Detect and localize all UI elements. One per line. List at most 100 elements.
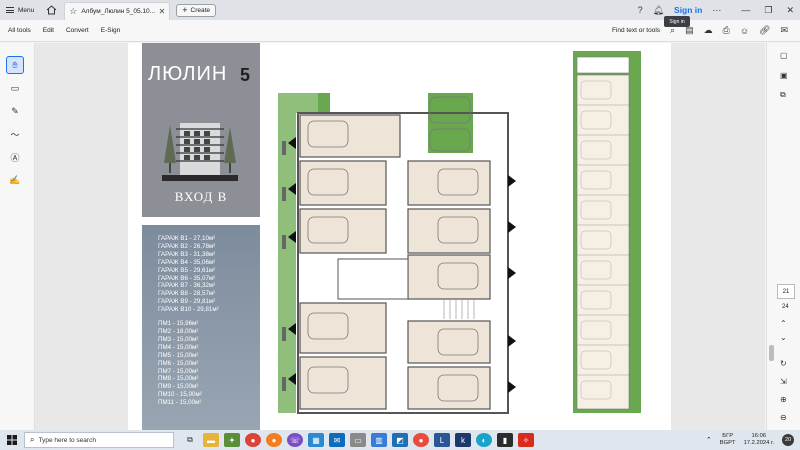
pdf-page: ЛЮЛИН 5 ВХОД В ГАРАЖ В1 - 27,10м² ГАРАЖ … bbox=[128, 43, 671, 430]
acrobat-icon[interactable]: ✧ bbox=[518, 433, 534, 447]
page-total: 24 bbox=[782, 304, 789, 310]
more-options-icon[interactable]: ⋯ bbox=[712, 5, 721, 16]
parking-spec: ПМ5 - 15,00м² bbox=[158, 351, 199, 359]
fill-sign-icon[interactable]: ✍ bbox=[6, 171, 24, 189]
parking-spec: ПМ9 - 15,00м² bbox=[158, 383, 199, 391]
search-icon: ⌕ bbox=[30, 435, 35, 444]
page-number-input[interactable]: 21 bbox=[777, 284, 795, 299]
app-icon[interactable]: ▭ bbox=[350, 433, 366, 447]
upload-cloud-icon[interactable]: ☁ bbox=[704, 25, 713, 36]
tray-chevron-icon[interactable]: ⌃ bbox=[706, 436, 712, 444]
create-label: Create bbox=[190, 6, 211, 14]
entrance-label: ВХОД В bbox=[174, 189, 228, 204]
language-indicator[interactable]: БГР BGPT bbox=[720, 433, 736, 447]
parking-lot-plan bbox=[573, 51, 641, 413]
pages-panel-icon[interactable]: ⧉ bbox=[780, 90, 786, 100]
edit-menu[interactable]: Edit bbox=[43, 27, 54, 34]
close-window-icon[interactable]: ✕ bbox=[786, 5, 794, 16]
parking-spec: ПМ11 - 15,00м² bbox=[158, 399, 202, 407]
zoom-out-icon[interactable]: ⊖ bbox=[780, 413, 787, 422]
parking-spec: ПМ8 - 15,00м² bbox=[158, 375, 199, 383]
viber-icon[interactable]: ☏ bbox=[287, 433, 303, 447]
photos-icon[interactable]: ◩ bbox=[392, 433, 408, 447]
draw-freehand-icon[interactable]: 〜 bbox=[6, 125, 24, 143]
calendar-icon[interactable]: ▥ bbox=[371, 433, 387, 447]
chrome-alt-icon[interactable]: ● bbox=[413, 433, 429, 447]
all-tools-menu[interactable]: All tools bbox=[8, 27, 31, 34]
text-box-icon[interactable]: Ⓐ bbox=[6, 148, 24, 166]
parking-spec: ПМ1 - 15,96м² bbox=[158, 320, 199, 328]
rotate-icon[interactable]: ↻ bbox=[780, 359, 787, 368]
garage-spec: ГАРАЖ В4 - 35,06м² bbox=[158, 258, 216, 266]
taskbar-search-placeholder: Type here to search bbox=[38, 436, 96, 444]
create-button[interactable]: + Create bbox=[176, 3, 217, 17]
notifications-bell-icon[interactable]: 🔔︎ bbox=[653, 5, 664, 16]
bookmark-panel-icon[interactable]: ▣ bbox=[780, 71, 788, 80]
hand-tool-icon[interactable]: ✋︎ bbox=[6, 56, 24, 74]
store-icon[interactable]: ▦ bbox=[308, 433, 324, 447]
page-up-icon[interactable]: ⌃ bbox=[780, 319, 787, 328]
scrollbar-thumb[interactable] bbox=[769, 345, 774, 361]
highlight-pen-icon[interactable]: ✎ bbox=[6, 102, 24, 120]
esign-menu[interactable]: E-Sign bbox=[101, 27, 121, 34]
k-app-icon[interactable]: k bbox=[455, 433, 471, 447]
help-icon[interactable]: ? bbox=[638, 5, 643, 15]
parking-spec: ПМ7 - 15,00м² bbox=[158, 367, 199, 375]
brand-name: ЛЮЛИН bbox=[148, 63, 228, 85]
garage-spec: ГАРАЖ В5 - 29,61м² bbox=[158, 266, 216, 274]
brand-panel: ЛЮЛИН 5 ВХОД В bbox=[142, 43, 260, 217]
plus-icon: + bbox=[182, 5, 188, 15]
print-icon[interactable]: ⎙ bbox=[723, 25, 730, 36]
l-app-icon[interactable]: L bbox=[434, 433, 450, 447]
menu-label: Menu bbox=[18, 6, 35, 14]
file-explorer-icon[interactable]: ▬ bbox=[203, 433, 219, 447]
find-tools-field[interactable]: Find text or tools bbox=[612, 27, 660, 34]
building-illustration bbox=[162, 123, 238, 181]
add-comment-icon[interactable]: ▭ bbox=[6, 79, 24, 97]
share-user-icon[interactable]: ☺ bbox=[740, 26, 749, 36]
firefox-icon[interactable]: ● bbox=[266, 433, 282, 447]
windows-start-button[interactable] bbox=[0, 430, 24, 450]
left-tool-rail: ✋︎ ▭ ✎ 〜 Ⓐ ✍ bbox=[0, 43, 34, 430]
email-icon[interactable]: ✉ bbox=[780, 25, 788, 36]
parking-spec: ПМ4 - 15,00м² bbox=[158, 343, 199, 351]
task-view-icon[interactable]: ⧉ bbox=[182, 433, 198, 447]
restore-icon[interactable]: ❐ bbox=[764, 5, 772, 16]
star-icon[interactable]: ☆ bbox=[69, 6, 77, 17]
garage-spec: ГАРАЖ В3 - 31,38м² bbox=[158, 250, 216, 258]
notification-center-badge[interactable]: 20 bbox=[782, 434, 794, 446]
minimize-icon[interactable]: — bbox=[741, 5, 750, 16]
clock-date: 17.2.2024 г. bbox=[743, 440, 774, 446]
mail-icon[interactable]: ✉ bbox=[329, 433, 345, 447]
parking-spec: ПМ2 - 18,00м² bbox=[158, 327, 199, 335]
garage-spec: ГАРАЖ В1 - 27,10м² bbox=[158, 235, 216, 242]
close-tab-icon[interactable]: ✕ bbox=[159, 7, 166, 16]
extract-icon[interactable]: ⇲ bbox=[780, 377, 787, 386]
garage-spec: ГАРАЖ В2 - 26,78м² bbox=[158, 242, 216, 250]
app-dark-icon[interactable]: ▮ bbox=[497, 433, 513, 447]
garage-spec: ГАРАЖ В6 - 35,07м² bbox=[158, 274, 216, 282]
brand-number: 5 bbox=[240, 65, 251, 85]
convert-menu[interactable]: Convert bbox=[66, 27, 89, 34]
game-app-icon[interactable]: ✦ bbox=[224, 433, 240, 447]
menu-button[interactable]: Menu bbox=[0, 0, 40, 20]
hamburger-icon bbox=[6, 7, 14, 13]
sign-in-tooltip: Sign in bbox=[664, 16, 690, 27]
home-icon bbox=[46, 5, 57, 15]
taskbar-search[interactable]: ⌕ Type here to search bbox=[24, 432, 174, 448]
sign-in-link[interactable]: Sign in bbox=[674, 5, 702, 15]
document-tab[interactable]: ☆ Албум_Люлин 5_05.10.... ✕ bbox=[64, 2, 171, 20]
right-tool-rail: ▢ ▣ ⧉ 21 24 ⌃ ⌄ ↻ ⇲ ⊕ ⊖ bbox=[766, 43, 800, 430]
home-button[interactable] bbox=[40, 0, 62, 20]
zoom-in-icon[interactable]: ⊕ bbox=[780, 395, 787, 404]
chrome-icon[interactable]: ● bbox=[245, 433, 261, 447]
system-clock[interactable]: 16:06 17.2.2024 г. bbox=[744, 433, 774, 447]
parking-spec: ПМ6 - 15,00м² bbox=[158, 359, 199, 367]
document-viewer[interactable]: ЛЮЛИН 5 ВХОД В ГАРАЖ В1 - 27,10м² ГАРАЖ … bbox=[35, 43, 765, 430]
comments-icon[interactable]: ▢ bbox=[780, 51, 788, 60]
page-down-icon[interactable]: ⌄ bbox=[780, 333, 787, 342]
edge-icon[interactable]: ◐ bbox=[476, 433, 492, 447]
garage-spec: ГАРАЖ В9 - 29,81м² bbox=[158, 298, 216, 306]
garage-floor-plan bbox=[278, 89, 528, 419]
link-icon[interactable]: 🔗︎ bbox=[759, 25, 770, 36]
